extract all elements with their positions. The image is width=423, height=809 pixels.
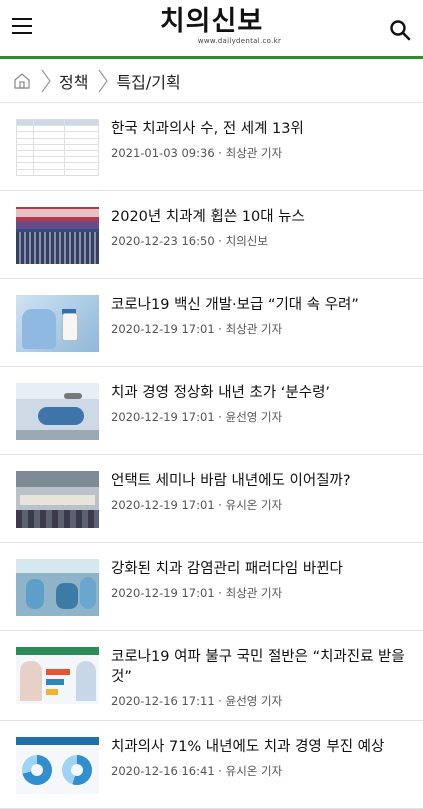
article-author: 최상관 기자 (225, 322, 283, 336)
search-icon[interactable] (389, 19, 411, 41)
article-meta: 2020-12-19 17:01 · 윤선영 기자 (111, 410, 283, 424)
article-date: 2020-12-19 17:01 (111, 322, 215, 336)
site-header: 치의신보 www.dailydental.co.kr (0, 0, 423, 59)
breadcrumb-item-feature[interactable]: 특집/기획 (116, 69, 180, 93)
article-date: 2020-12-23 16:50 (111, 234, 215, 248)
article-meta: 2021-01-03 09:36 · 최상관 기자 (111, 146, 283, 160)
article-title[interactable]: 치과의사 71% 내년에도 치과 경영 부진 예상 (111, 737, 409, 757)
article-thumbnail[interactable] (16, 119, 99, 176)
article-author: 유시온 기자 (225, 764, 283, 778)
article-item[interactable]: 2020년 치과계 휩쓴 10대 뉴스 2020-12-23 16:50 · 치… (0, 191, 423, 279)
article-thumbnail[interactable] (16, 207, 99, 264)
article-thumbnail[interactable] (16, 647, 99, 704)
article-author: 최상관 기자 (225, 146, 283, 160)
article-date: 2020-12-16 17:11 (111, 694, 215, 708)
article-author: 치의신보 (225, 234, 268, 248)
article-item[interactable]: 코로나19 백신 개발·보급 “기대 속 우려” 2020-12-19 17:0… (0, 279, 423, 367)
article-title[interactable]: 강화된 치과 감염관리 패러다임 바뀐다 (111, 559, 409, 579)
article-title[interactable]: 2020년 치과계 휩쓴 10대 뉴스 (111, 207, 409, 227)
article-meta: 2020-12-16 16:41 · 유시온 기자 (111, 764, 283, 778)
article-item[interactable]: 치과 경영 정상화 내년 초가 ‘분수령’ 2020-12-19 17:01 ·… (0, 367, 423, 455)
article-date: 2021-01-03 09:36 (111, 146, 215, 160)
logo-title: 치의신보 (159, 6, 264, 37)
site-logo[interactable]: 치의신보 www.dailydental.co.kr (0, 6, 423, 45)
breadcrumb-item-policy[interactable]: 정책 (59, 69, 88, 93)
article-meta: 2020-12-19 17:01 · 최상관 기자 (111, 586, 283, 600)
article-title[interactable]: 치과 경영 정상화 내년 초가 ‘분수령’ (111, 383, 409, 403)
article-title[interactable]: 코로나19 백신 개발·보급 “기대 속 우려” (111, 295, 409, 315)
article-date: 2020-12-19 17:01 (111, 498, 215, 512)
article-date: 2020-12-19 17:01 (111, 586, 215, 600)
article-item[interactable]: 한국 치과의사 수, 전 세계 13위 2021-01-03 09:36 · 최… (0, 103, 423, 191)
article-title[interactable]: 코로나19 여파 불구 국민 절반은 “치과진료 받을 것” (111, 647, 409, 687)
article-meta: 2020-12-16 17:11 · 윤선영 기자 (111, 694, 283, 708)
article-item[interactable]: 치과의사 71% 내년에도 치과 경영 부진 예상 2020-12-16 16:… (0, 721, 423, 809)
chevron-right-icon (98, 69, 109, 92)
article-thumbnail[interactable] (16, 295, 99, 352)
home-icon[interactable] (13, 72, 31, 90)
article-thumbnail[interactable] (16, 559, 99, 616)
article-meta: 2020-12-19 17:01 · 유시온 기자 (111, 498, 283, 512)
chevron-right-icon (41, 69, 51, 92)
article-date: 2020-12-19 17:01 (111, 410, 215, 424)
article-author: 윤선영 기자 (225, 694, 283, 708)
article-item[interactable]: 언택트 세미나 바람 내년에도 이어질까? 2020-12-19 17:01 ·… (0, 455, 423, 543)
logo-url: www.dailydental.co.kr (197, 37, 282, 45)
article-author: 유시온 기자 (225, 498, 283, 512)
article-title[interactable]: 언택트 세미나 바람 내년에도 이어질까? (111, 471, 409, 491)
article-thumbnail[interactable] (16, 471, 99, 528)
article-author: 윤선영 기자 (225, 410, 283, 424)
article-list: 한국 치과의사 수, 전 세계 13위 2021-01-03 09:36 · 최… (0, 103, 423, 809)
article-date: 2020-12-16 16:41 (111, 764, 215, 778)
article-author: 최상관 기자 (225, 586, 283, 600)
article-thumbnail[interactable] (16, 737, 99, 794)
article-meta: 2020-12-23 16:50 · 치의신보 (111, 234, 268, 248)
article-item[interactable]: 강화된 치과 감염관리 패러다임 바뀐다 2020-12-19 17:01 · … (0, 543, 423, 631)
article-thumbnail[interactable] (16, 383, 99, 440)
breadcrumb: 정책 특집/기획 (0, 59, 423, 103)
article-title[interactable]: 한국 치과의사 수, 전 세계 13위 (111, 119, 409, 139)
article-meta: 2020-12-19 17:01 · 최상관 기자 (111, 322, 283, 336)
article-item[interactable]: 코로나19 여파 불구 국민 절반은 “치과진료 받을 것” 2020-12-1… (0, 631, 423, 721)
